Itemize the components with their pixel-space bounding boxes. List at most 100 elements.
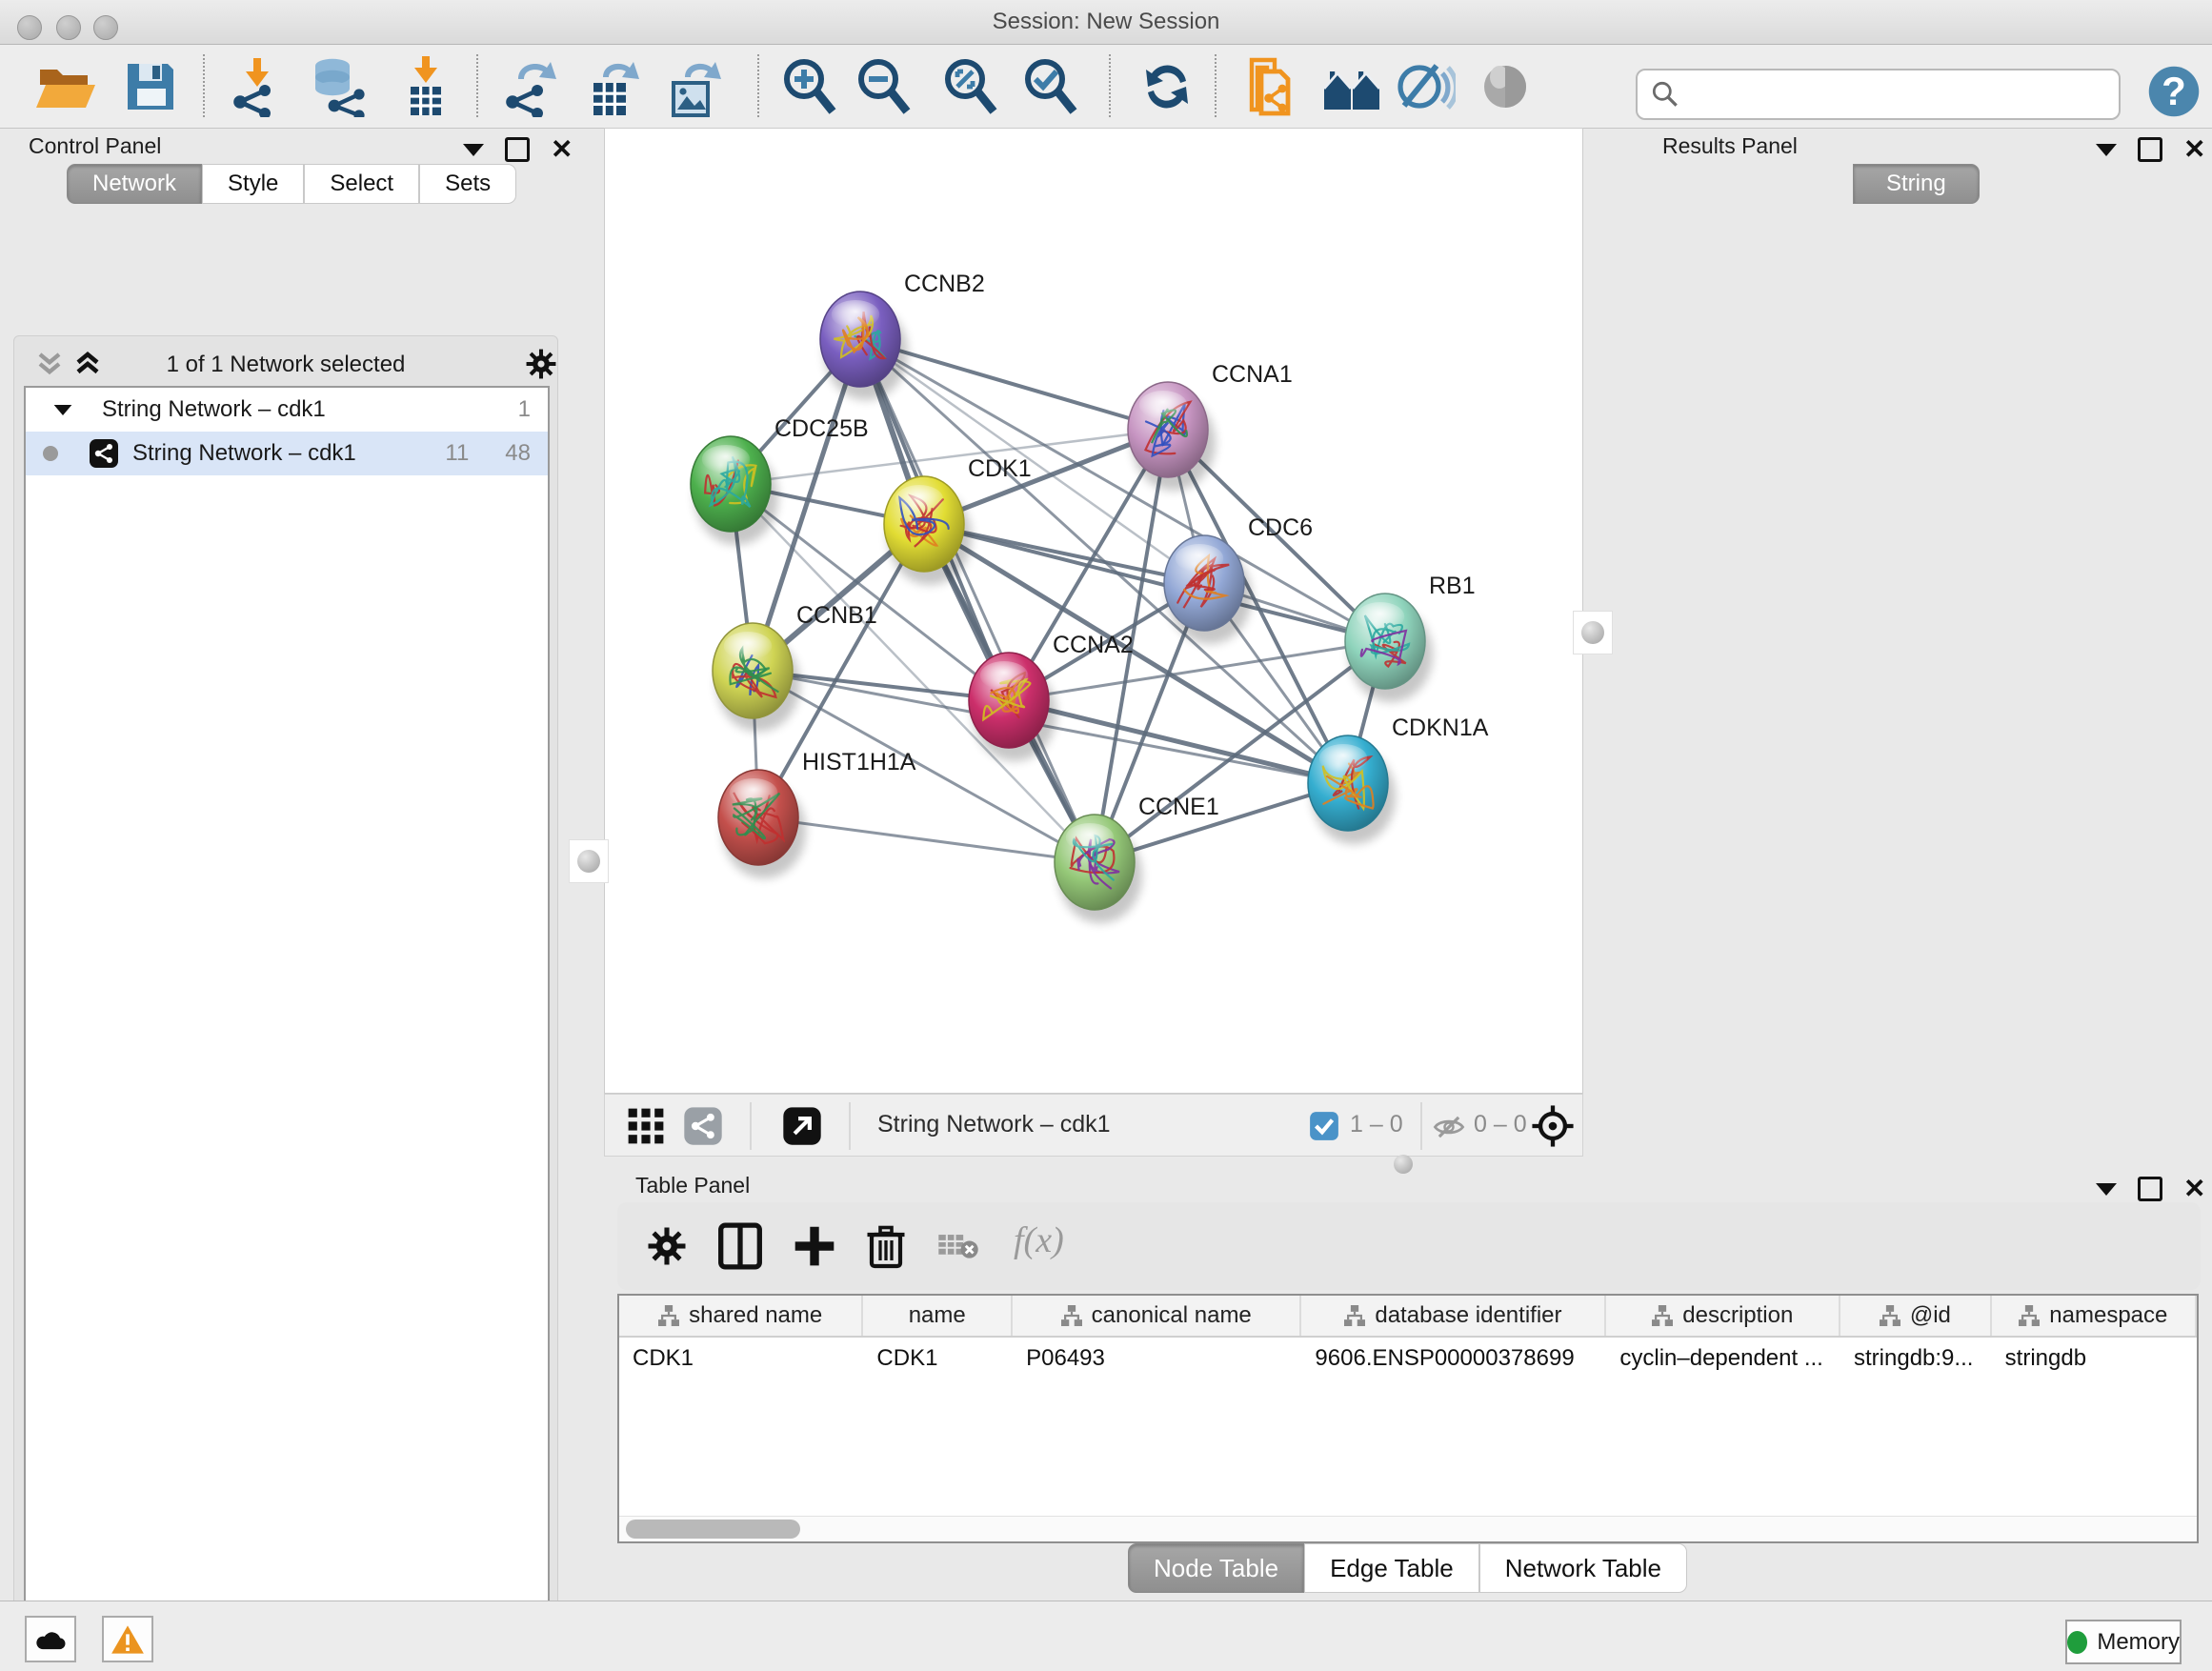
search-input[interactable] — [1689, 80, 2119, 109]
enhance-graphics-icon[interactable] — [1395, 56, 1456, 117]
help-icon[interactable]: ? — [2147, 65, 2201, 118]
tree-expander-icon[interactable] — [54, 404, 72, 414]
network-canvas[interactable]: CCNB2 CCNA1 CDC25B CDK1 CDC6RB1 CCNB1 CCNA2 CDK… — [604, 128, 1583, 1094]
tab-select[interactable]: Select — [304, 164, 419, 204]
edge-CCNB2-CCNE1[interactable] — [860, 339, 1095, 862]
column-header-database-identifier[interactable]: database identifier — [1301, 1296, 1606, 1336]
table-row[interactable]: CDK1CDK1P064939606.ENSP00000378699cyclin… — [619, 1338, 2197, 1379]
show-graphics-details-icon[interactable] — [1475, 56, 1536, 117]
memory-button[interactable]: Memory — [2065, 1620, 2182, 1664]
tab-edge-table[interactable]: Edge Table — [1304, 1543, 1479, 1593]
network-options-gear-icon[interactable] — [523, 346, 559, 382]
column-header-name[interactable]: name — [863, 1296, 1013, 1336]
tab-sets[interactable]: Sets — [419, 164, 516, 204]
zoom-fit-content-icon[interactable] — [940, 56, 1001, 117]
table-cell[interactable]: 9606.ENSP00000378699 — [1301, 1338, 1606, 1379]
table-cell[interactable]: stringdb:9... — [1840, 1338, 1992, 1379]
birdseye-grid-icon[interactable] — [626, 1106, 666, 1146]
network-share-toggle-icon[interactable] — [683, 1106, 723, 1146]
panel-float-icon[interactable] — [2138, 137, 2162, 162]
panel-float-icon[interactable] — [2138, 1177, 2162, 1201]
scrollbar-thumb[interactable] — [626, 1520, 800, 1539]
open-session-icon[interactable] — [34, 56, 95, 117]
apply-function-icon[interactable]: f(x) — [1014, 1219, 1064, 1261]
node-RB1[interactable]: RB1 — [1345, 573, 1476, 702]
show-columns-icon[interactable] — [716, 1221, 764, 1271]
panel-close-icon[interactable]: ✕ — [2183, 1179, 2205, 1198]
zoom-out-icon[interactable] — [854, 56, 915, 117]
toolbar-separator — [1215, 54, 1217, 117]
results-panel: Results Panel ✕ String Expand All Collap… — [1619, 128, 2212, 1158]
panel-float-icon[interactable] — [505, 137, 530, 162]
edge-HIST1H1A-CCNE1[interactable] — [758, 817, 1095, 862]
left-splitter-handle[interactable] — [569, 839, 609, 883]
node-HIST1H1A[interactable]: HIST1H1A — [718, 749, 916, 878]
table-cell[interactable]: P06493 — [1013, 1338, 1301, 1379]
table-settings-gear-icon[interactable] — [644, 1223, 690, 1269]
save-session-icon[interactable] — [120, 56, 181, 117]
tab-network[interactable]: Network — [67, 164, 202, 204]
selected-checkbox-icon[interactable] — [1308, 1110, 1340, 1142]
results-tab-string[interactable]: String — [1853, 164, 1980, 204]
table-cell[interactable]: cyclin–dependent ... — [1606, 1338, 1840, 1379]
main-toolbar: ? — [0, 45, 2212, 129]
network-tree-network-row[interactable]: String Network – cdk1 11 48 — [26, 432, 548, 475]
copy-style-icon[interactable] — [1237, 56, 1297, 117]
panel-close-icon[interactable]: ✕ — [551, 140, 573, 159]
table-cell[interactable]: CDK1 — [619, 1338, 863, 1379]
string-home-icon[interactable] — [1322, 56, 1383, 117]
column-header--id[interactable]: @id — [1840, 1296, 1992, 1336]
node-CDC25B[interactable]: CDC25B — [691, 415, 869, 545]
panel-menu-icon[interactable] — [463, 144, 484, 156]
toolbar-separator — [476, 54, 478, 117]
delete-column-trash-icon[interactable] — [863, 1221, 909, 1271]
table-header-row: shared namenamecanonical namedatabase id… — [619, 1296, 2197, 1338]
zoom-in-icon[interactable] — [779, 56, 840, 117]
network-edge-count: 48 — [505, 440, 531, 467]
delete-table-icon[interactable] — [937, 1231, 979, 1263]
import-table-from-file-icon[interactable] — [395, 56, 456, 117]
column-header-description[interactable]: description — [1606, 1296, 1840, 1336]
export-table-icon[interactable] — [580, 56, 641, 117]
tab-node-table[interactable]: Node Table — [1128, 1543, 1304, 1593]
export-network-icon[interactable] — [499, 56, 560, 117]
import-network-from-file-icon[interactable] — [227, 56, 288, 117]
node-CCNB1[interactable]: CCNB1 — [713, 602, 877, 732]
toolbar-separator — [203, 54, 205, 117]
hidden-eye-icon[interactable] — [1432, 1110, 1466, 1144]
node-CDKN1A[interactable]: CDKN1A — [1308, 715, 1489, 844]
cloud-status-button[interactable] — [25, 1616, 76, 1662]
table-horizontal-scrollbar[interactable] — [619, 1516, 2197, 1541]
import-network-from-database-icon[interactable] — [308, 56, 369, 117]
tab-style[interactable]: Style — [202, 164, 304, 204]
panel-close-icon[interactable]: ✕ — [2183, 140, 2205, 159]
column-header-canonical-name[interactable]: canonical name — [1013, 1296, 1301, 1336]
cytoscape-window: Session: New Session — [0, 0, 2212, 1671]
panel-menu-icon[interactable] — [2096, 1183, 2117, 1196]
node-CCNB2[interactable]: CCNB2 — [820, 271, 985, 400]
table-cell[interactable]: stringdb — [1992, 1338, 2197, 1379]
add-column-icon[interactable] — [791, 1221, 838, 1271]
column-header-shared-name[interactable]: shared name — [619, 1296, 863, 1336]
export-image-icon[interactable] — [662, 56, 723, 117]
refresh-view-icon[interactable] — [1136, 56, 1197, 117]
navigate-crosshair-icon[interactable] — [1531, 1104, 1575, 1148]
node-CCNA2[interactable]: CCNA2 — [969, 632, 1134, 761]
edge-CDK1-RB1[interactable] — [924, 524, 1385, 641]
zoom-selected-icon[interactable] — [1020, 56, 1081, 117]
network-tree-root-row[interactable]: String Network – cdk1 1 — [26, 388, 548, 432]
right-splitter-handle[interactable] — [1573, 611, 1613, 654]
warning-status-button[interactable] — [102, 1616, 153, 1662]
node-CDC6[interactable]: CDC6 — [1164, 514, 1313, 644]
node-label-CDK1: CDK1 — [968, 455, 1032, 482]
toolbar-separator — [757, 54, 759, 117]
table-cell[interactable]: CDK1 — [863, 1338, 1013, 1379]
tab-network-table[interactable]: Network Table — [1479, 1543, 1687, 1593]
node-CCNE1[interactable]: CCNE1 — [1055, 794, 1219, 923]
table-tabs: Node TableEdge TableNetwork Table — [1128, 1543, 1687, 1593]
column-header-namespace[interactable]: namespace — [1992, 1296, 2197, 1336]
panel-menu-icon[interactable] — [2096, 144, 2117, 156]
open-in-window-icon[interactable] — [782, 1106, 822, 1146]
hidden-counts: 0 – 0 — [1474, 1111, 1527, 1138]
node-label-CCNA1: CCNA1 — [1212, 361, 1293, 388]
